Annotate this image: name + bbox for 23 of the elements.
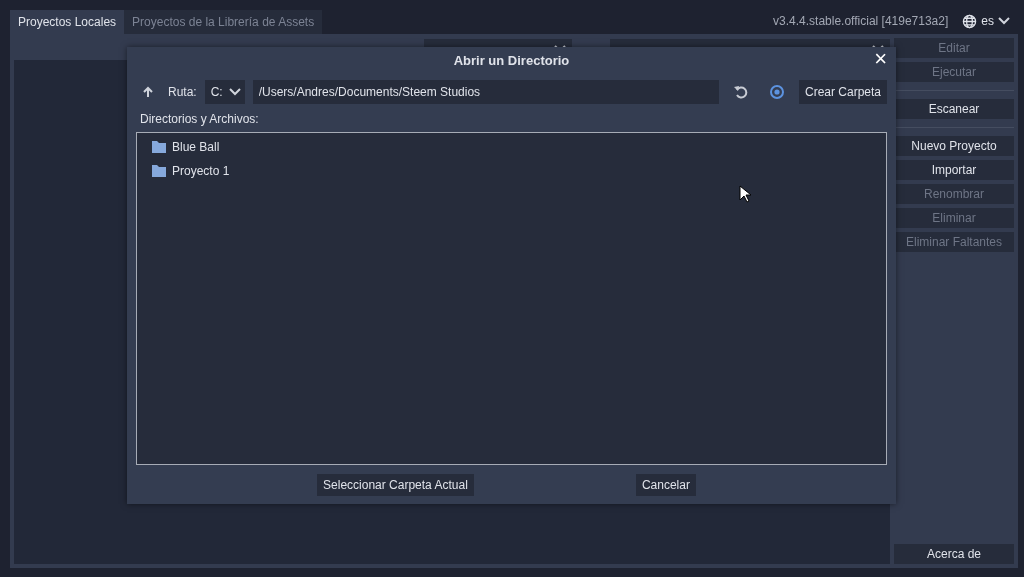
close-button[interactable]: × [874, 49, 887, 69]
side-button[interactable]: Importar [894, 160, 1014, 180]
folder-item[interactable]: Proyecto 1 [152, 163, 871, 179]
mouse-cursor-icon [739, 185, 751, 203]
side-button[interactable]: Nuevo Proyecto [894, 136, 1014, 156]
dialog-title: Abrir un Directorio [453, 52, 570, 68]
list-label: Directorios y Archivos: [140, 112, 260, 126]
path-label: Ruta: [168, 85, 197, 99]
folder-item[interactable]: Blue Ball [152, 139, 871, 155]
create-folder-button[interactable]: Crear Carpeta [798, 80, 887, 104]
globe-icon [962, 13, 978, 29]
dialog-button[interactable]: Seleccionar Carpeta Actual [317, 474, 474, 496]
language-selector[interactable]: es [962, 13, 1010, 29]
folder-icon [152, 165, 166, 177]
tab[interactable]: Proyectos de la Librería de Assets [124, 10, 323, 34]
drive-dropdown[interactable]: C: [204, 80, 245, 104]
dialog-button[interactable]: Cancelar [635, 474, 696, 496]
about-button[interactable]: Acerca de [894, 544, 1014, 564]
tab[interactable]: Proyectos Locales [10, 10, 125, 34]
side-button[interactable]: Escanear [894, 99, 1014, 119]
folder-icon [152, 141, 166, 153]
version-label: v3.4.4.stable.official [419e713a2] [773, 14, 949, 28]
path-field[interactable]: /Users/Andres/Documents/Steem Studios [252, 80, 719, 104]
